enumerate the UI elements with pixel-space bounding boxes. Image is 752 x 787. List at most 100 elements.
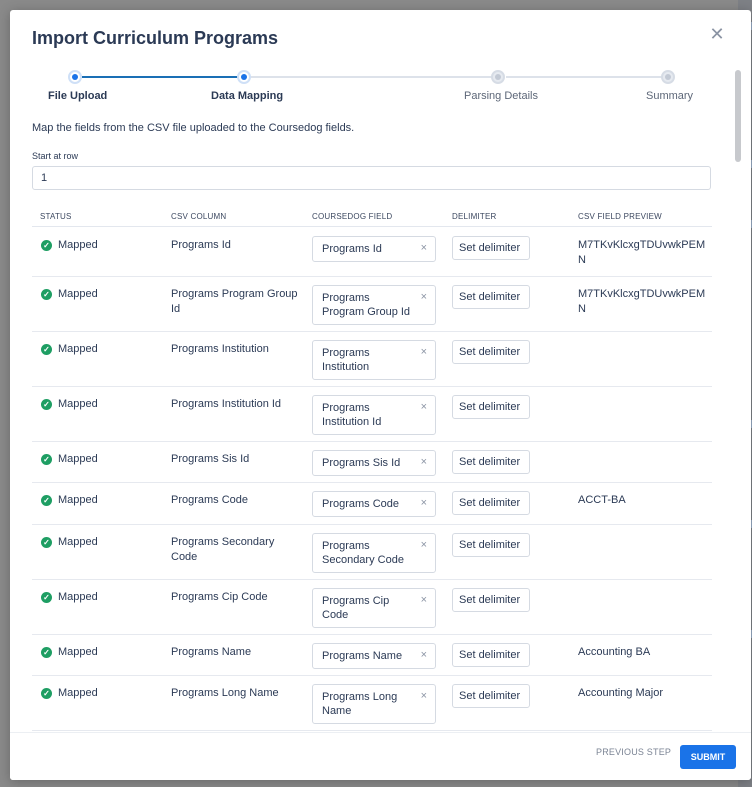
status-cell: ✓ Mapped xyxy=(41,494,98,506)
clear-icon[interactable]: × xyxy=(421,401,427,413)
clear-icon[interactable]: × xyxy=(421,456,427,468)
status-label: Mapped xyxy=(58,239,98,251)
status-label: Mapped xyxy=(58,398,98,410)
step-data-mapping-dot xyxy=(237,70,251,84)
table-row: ✓ Mapped Programs Long Name Programs Long… xyxy=(32,676,712,731)
check-circle-icon: ✓ xyxy=(41,343,52,355)
status-cell: ✓ Mapped xyxy=(41,536,98,548)
table-row: ✓ Mapped Programs Code Programs Code × Set… xyxy=(32,483,712,525)
coursedog-field-select[interactable]: Programs Name × xyxy=(312,643,436,669)
csv-preview-cell: M7TKvKlcxgTDUvwkPEMN xyxy=(578,288,706,315)
delimiter-input[interactable]: Set delimiter xyxy=(452,450,530,474)
table-row: ✓ Mapped Programs Id Programs Id × Set del… xyxy=(32,228,712,277)
step-connector xyxy=(506,76,666,78)
scrollbar-thumb[interactable] xyxy=(735,70,741,162)
coursedog-field-value: Programs Sis Id xyxy=(322,457,401,469)
step-connector xyxy=(82,76,242,78)
coursedog-field-select[interactable]: Programs Institution Id × xyxy=(312,395,436,435)
previous-step-button[interactable]: PREVIOUS STEP xyxy=(596,747,671,757)
delimiter-input[interactable]: Set delimiter xyxy=(452,643,530,667)
coursedog-field-select[interactable]: Programs Long Name × xyxy=(312,684,436,724)
delimiter-input[interactable]: Set delimiter xyxy=(452,236,530,260)
table-row: ✓ Mapped Programs Secondary Code Programs… xyxy=(32,525,712,580)
status-cell: ✓ Mapped xyxy=(41,288,98,300)
coursedog-field-value: Programs Program Group Id xyxy=(322,292,411,318)
header-delimiter: DELIMITER xyxy=(452,212,497,221)
start-row-label: Start at row xyxy=(32,151,79,161)
check-circle-icon: ✓ xyxy=(41,536,52,548)
coursedog-field-value: Programs Institution Id xyxy=(322,402,382,428)
csv-preview-cell: Accounting Major xyxy=(578,687,663,699)
csv-column-cell: Programs Id xyxy=(171,239,231,251)
csv-preview-cell: M7TKvKlcxgTDUvwkPEMN xyxy=(578,239,706,266)
status-label: Mapped xyxy=(58,343,98,355)
clear-icon[interactable]: × xyxy=(421,291,427,303)
csv-column-cell: Programs Long Name xyxy=(171,687,279,699)
clear-icon[interactable]: × xyxy=(421,346,427,358)
clear-icon[interactable]: × xyxy=(421,649,427,661)
status-label: Mapped xyxy=(58,646,98,658)
step-connector xyxy=(250,76,498,78)
start-row-input[interactable]: 1 xyxy=(32,166,711,190)
status-cell: ✓ Mapped xyxy=(41,591,98,603)
csv-column-cell: Programs Secondary Code xyxy=(171,536,275,563)
delimiter-input[interactable]: Set delimiter xyxy=(452,340,530,364)
delimiter-input[interactable]: Set delimiter xyxy=(452,491,530,515)
check-circle-icon: ✓ xyxy=(41,494,52,506)
csv-column-cell: Programs Sis Id xyxy=(171,453,250,465)
header-coursedog-field: COURSEDOG FIELD xyxy=(312,212,393,221)
status-label: Mapped xyxy=(58,536,98,548)
coursedog-field-select[interactable]: Programs Id × xyxy=(312,236,436,262)
header-csv-column: CSV COLUMN xyxy=(171,212,227,221)
delimiter-input[interactable]: Set delimiter xyxy=(452,395,530,419)
csv-column-cell: Programs Institution xyxy=(171,343,269,355)
delimiter-input[interactable]: Set delimiter xyxy=(452,588,530,612)
step-summary-label: Summary xyxy=(646,90,694,102)
check-circle-icon: ✓ xyxy=(41,288,52,300)
status-label: Mapped xyxy=(58,288,98,300)
csv-column-cell: Programs Name xyxy=(171,646,252,658)
step-data-mapping-label: Data Mapping xyxy=(211,90,284,102)
coursedog-field-select[interactable]: Programs Institution × xyxy=(312,340,436,380)
csv-column-cell: Programs Cip Code xyxy=(171,591,268,603)
import-modal: Import Curriculum Programs ✕ File Upload… xyxy=(10,10,751,780)
clear-icon[interactable]: × xyxy=(421,539,427,551)
submit-button[interactable]: SUBMIT xyxy=(680,745,736,769)
clear-icon[interactable]: × xyxy=(421,497,427,509)
delimiter-input[interactable]: Set delimiter xyxy=(452,533,530,557)
status-label: Mapped xyxy=(58,591,98,603)
status-cell: ✓ Mapped xyxy=(41,646,98,658)
coursedog-field-select[interactable]: Programs Code × xyxy=(312,491,436,517)
coursedog-field-select[interactable]: Programs Program Group Id × xyxy=(312,285,436,325)
coursedog-field-value: Programs Secondary Code xyxy=(322,540,404,566)
mapping-table: ✓ Mapped Programs Id Programs Id × Set del… xyxy=(32,228,712,731)
step-parsing-details-label: Parsing Details xyxy=(464,90,538,102)
coursedog-field-value: Programs Name xyxy=(322,650,403,662)
coursedog-field-value: Programs Id xyxy=(322,243,382,255)
coursedog-field-value: Programs Long Name xyxy=(322,691,398,717)
close-icon[interactable]: ✕ xyxy=(707,24,727,44)
header-csv-field-preview: CSV FIELD PREVIEW xyxy=(578,212,662,221)
table-row: ✓ Mapped Programs Institution Programs In… xyxy=(32,332,712,387)
delimiter-input[interactable]: Set delimiter xyxy=(452,684,530,708)
header-status: STATUS xyxy=(40,212,72,221)
check-circle-icon: ✓ xyxy=(41,453,52,465)
coursedog-field-select[interactable]: Programs Secondary Code × xyxy=(312,533,436,573)
status-cell: ✓ Mapped xyxy=(41,343,98,355)
clear-icon[interactable]: × xyxy=(421,690,427,702)
delimiter-input[interactable]: Set delimiter xyxy=(452,285,530,309)
coursedog-field-select[interactable]: Programs Cip Code × xyxy=(312,588,436,628)
modal-title: Import Curriculum Programs xyxy=(32,28,279,48)
check-circle-icon: ✓ xyxy=(41,687,52,699)
csv-preview-cell: ACCT-BA xyxy=(578,494,626,506)
status-cell: ✓ Mapped xyxy=(41,453,98,465)
clear-icon[interactable]: × xyxy=(421,242,427,254)
modal-footer: PREVIOUS STEP SUBMIT xyxy=(10,732,751,780)
step-parsing-details-dot xyxy=(491,70,505,84)
clear-icon[interactable]: × xyxy=(421,594,427,606)
coursedog-field-select[interactable]: Programs Sis Id × xyxy=(312,450,436,476)
status-cell: ✓ Mapped xyxy=(41,687,98,699)
instructions-text: Map the fields from the CSV file uploade… xyxy=(32,122,355,134)
status-label: Mapped xyxy=(58,494,98,506)
scrollbar[interactable] xyxy=(734,68,742,758)
